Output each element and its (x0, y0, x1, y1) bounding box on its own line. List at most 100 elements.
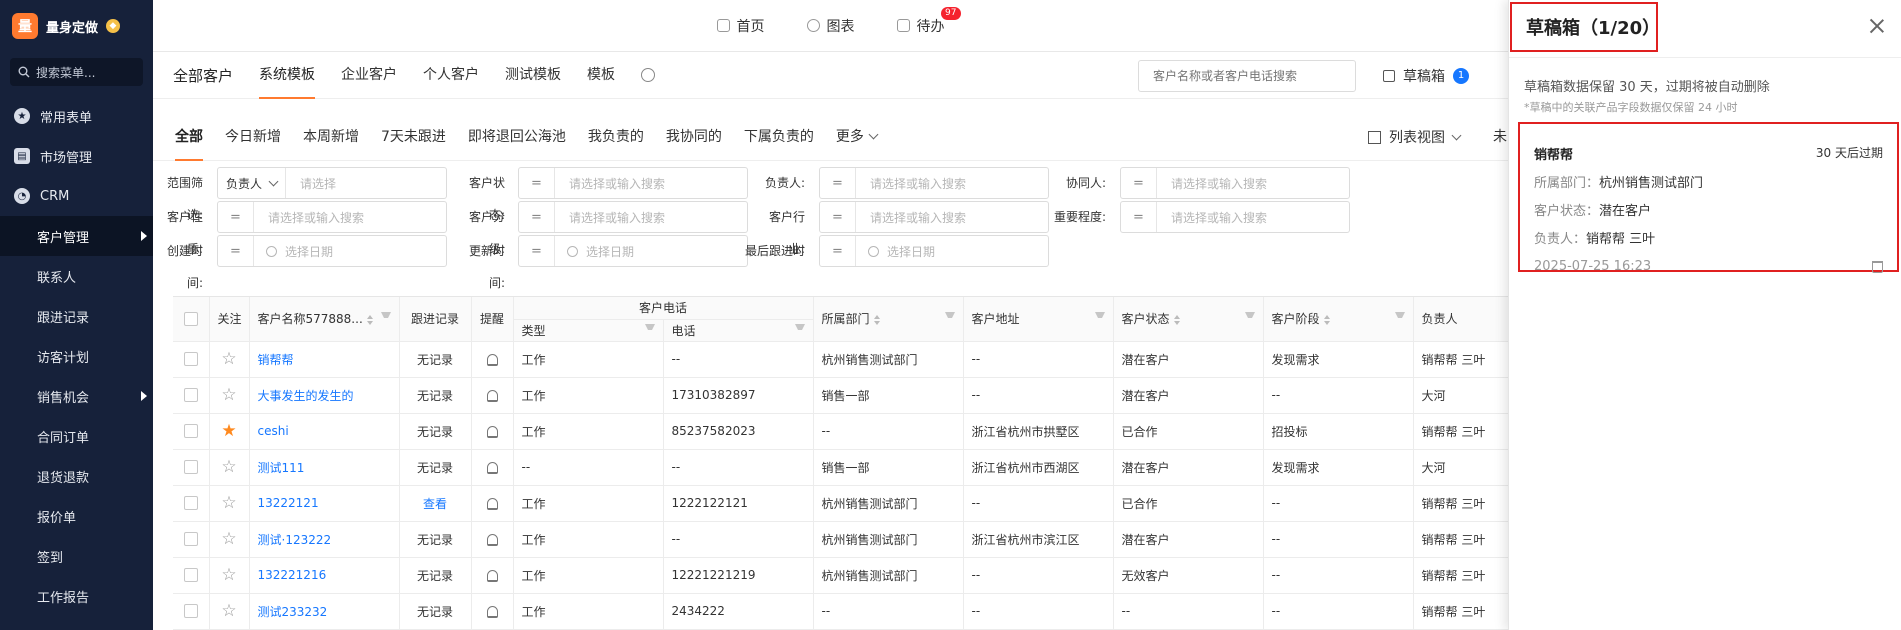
sidebar-item-opportunities[interactable]: 销售机会 (0, 376, 153, 416)
col-type[interactable]: 类型 (513, 319, 664, 342)
status-filter[interactable]: = 请选择或输入搜索 (518, 167, 748, 199)
customer-name-link[interactable]: 测试·123222 (249, 521, 400, 558)
row-checkbox[interactable] (183, 424, 198, 439)
bell-icon[interactable] (486, 569, 498, 582)
bell-icon[interactable] (486, 389, 498, 402)
trash-icon[interactable] (1872, 260, 1883, 273)
close-icon[interactable] (1869, 18, 1885, 34)
equals-operator[interactable]: = (218, 202, 254, 232)
range-filter[interactable]: 负责人 请选择 (217, 167, 447, 199)
star-icon[interactable]: ★ (221, 421, 236, 441)
bell-icon[interactable] (486, 497, 498, 510)
tab-test-template[interactable]: 测试模板 (505, 52, 561, 99)
checkbox[interactable] (183, 312, 198, 326)
menu-search-input[interactable]: 搜索菜单... (10, 58, 143, 86)
col-name[interactable]: 客户名称577888... (249, 297, 400, 342)
row-checkbox[interactable] (183, 604, 198, 619)
customer-name-link[interactable]: 销帮帮 (249, 341, 400, 378)
table-row[interactable]: ☆ 测试233232 无记录 工作 2434222 -- -- -- -- 销帮帮 三叶 (173, 593, 1508, 630)
equals-operator[interactable]: = (820, 202, 856, 232)
table-row[interactable]: ☆ 132221216 无记录 工作 12221221219 杭州销售测试部门 -- 无效客户… (173, 557, 1508, 594)
bell-icon[interactable] (486, 353, 498, 366)
tab-today-new[interactable]: 今日新增 (225, 113, 281, 161)
sort-icon[interactable] (1323, 314, 1330, 325)
bell-icon[interactable] (486, 461, 498, 474)
sort-icon[interactable] (1173, 314, 1180, 325)
bell-icon[interactable] (486, 425, 498, 438)
col-status[interactable]: 客户状态 (1113, 297, 1264, 342)
follow-record-cell[interactable]: 查看 (399, 485, 472, 522)
table-row[interactable]: ☆ 测试·123222 无记录 工作 -- 杭州销售测试部门 浙江省杭州市滨江区 潜在客户 --… (173, 521, 1508, 558)
top-nav-home[interactable]: 首页 (716, 16, 765, 36)
equals-operator[interactable]: = (519, 168, 555, 198)
customer-name-link[interactable]: 测试233232 (249, 593, 400, 630)
tab-subordinate[interactable]: 下属负责的 (744, 113, 814, 161)
row-checkbox[interactable] (183, 532, 198, 547)
toolbar-overflow-text[interactable]: 未 (1493, 113, 1507, 161)
gear-icon[interactable] (641, 68, 656, 82)
equals-operator[interactable]: = (1121, 202, 1157, 232)
filter-icon[interactable] (944, 312, 955, 322)
customer-name-link[interactable]: 13222121 (249, 485, 400, 522)
industry-filter[interactable]: = 请选择或输入搜索 (819, 201, 1049, 233)
updated-date-filter[interactable]: = 选择日期 (518, 235, 748, 267)
row-checkbox[interactable] (183, 388, 198, 403)
table-row[interactable]: ☆ 13222121 查看 工作 1222122121 杭州销售测试部门 -- 已合作 -- 销帮… (173, 485, 1508, 522)
sort-icon[interactable] (366, 314, 373, 325)
col-phone[interactable]: 电话 (663, 319, 814, 342)
menu-item-crm[interactable]: ◔ CRM (0, 176, 153, 216)
table-row[interactable]: ☆ 大事发生的发生的 无记录 工作 17310382897 销售一部 -- 潜在客户 -- 大河 (173, 377, 1508, 414)
table-row[interactable]: ★ ceshi 无记录 工作 85237582023 -- 浙江省杭州市拱墅区 已合作 招投标销… (173, 413, 1508, 450)
row-checkbox[interactable] (183, 352, 198, 367)
sidebar-item-checkin[interactable]: 签到 (0, 536, 153, 576)
row-checkbox[interactable] (183, 460, 198, 475)
star-icon[interactable]: ☆ (221, 529, 236, 549)
filter-icon[interactable] (1394, 312, 1405, 322)
tab-all[interactable]: 全部 (175, 113, 203, 161)
menu-item-market[interactable]: ▤ 市场管理 (0, 136, 153, 176)
top-nav-todo[interactable]: 待办 97 (896, 6, 961, 36)
sidebar-item-contracts[interactable]: 合同订单 (0, 416, 153, 456)
draft-card[interactable]: 销帮帮 30 天后过期 所属部门：杭州销售测试部门 客户状态：潜在客户 负责人：… (1518, 122, 1899, 274)
sort-icon[interactable] (873, 314, 880, 325)
menu-item-common-forms[interactable]: ★ 常用表单 (0, 96, 153, 136)
sidebar-item-visit-plans[interactable]: 访客计划 (0, 336, 153, 376)
star-icon[interactable]: ☆ (221, 565, 236, 585)
sidebar-item-contacts[interactable]: 联系人 (0, 256, 153, 296)
sidebar-item-refunds[interactable]: 退货退款 (0, 456, 153, 496)
filter-icon[interactable] (1244, 312, 1255, 322)
star-icon[interactable]: ☆ (221, 349, 236, 369)
row-checkbox[interactable] (183, 496, 198, 511)
customer-name-link[interactable]: ceshi (249, 413, 400, 450)
filter-icon[interactable] (1094, 312, 1105, 322)
drafts-button[interactable]: 草稿箱 1 (1383, 52, 1469, 99)
tab-my-collaborated[interactable]: 我协同的 (666, 113, 722, 161)
customer-name-link[interactable]: 测试111 (249, 449, 400, 486)
table-row[interactable]: ☆ 测试111 无记录 -- -- 销售一部 浙江省杭州市西湖区 潜在客户 发现需求 大河 (173, 449, 1508, 486)
star-icon[interactable]: ☆ (221, 457, 236, 477)
star-icon[interactable]: ☆ (221, 493, 236, 513)
row-checkbox[interactable] (183, 568, 198, 583)
equals-operator[interactable]: = (519, 202, 555, 232)
list-view-dropdown[interactable]: 列表视图 (1368, 113, 1462, 161)
col-address[interactable]: 客户地址 (963, 297, 1114, 342)
col-stage[interactable]: 客户阶段 (1263, 297, 1414, 342)
customer-search-input[interactable] (1138, 60, 1356, 92)
tab-returning-to-pool[interactable]: 即将退回公海池 (468, 113, 566, 161)
equals-operator[interactable]: = (218, 236, 254, 266)
star-icon[interactable]: ☆ (221, 385, 236, 405)
customer-name-link[interactable]: 大事发生的发生的 (249, 377, 400, 414)
tab-week-new[interactable]: 本周新增 (303, 113, 359, 161)
tab-personal-customers[interactable]: 个人客户 (423, 52, 479, 99)
tab-7day-no-follow[interactable]: 7天未跟进 (381, 113, 446, 161)
top-nav-charts[interactable]: 图表 (806, 16, 855, 36)
equals-operator[interactable]: = (820, 168, 856, 198)
customer-name-link[interactable]: 132221216 (249, 557, 400, 594)
equals-operator[interactable]: = (519, 236, 555, 266)
equals-operator[interactable]: = (820, 236, 856, 266)
equals-operator[interactable]: = (1121, 168, 1157, 198)
owner-filter[interactable]: = 请选择或输入搜索 (819, 167, 1049, 199)
tab-my-responsible[interactable]: 我负责的 (588, 113, 644, 161)
sidebar-item-follow-records[interactable]: 跟进记录 (0, 296, 153, 336)
sidebar-item-quotes[interactable]: 报价单 (0, 496, 153, 536)
